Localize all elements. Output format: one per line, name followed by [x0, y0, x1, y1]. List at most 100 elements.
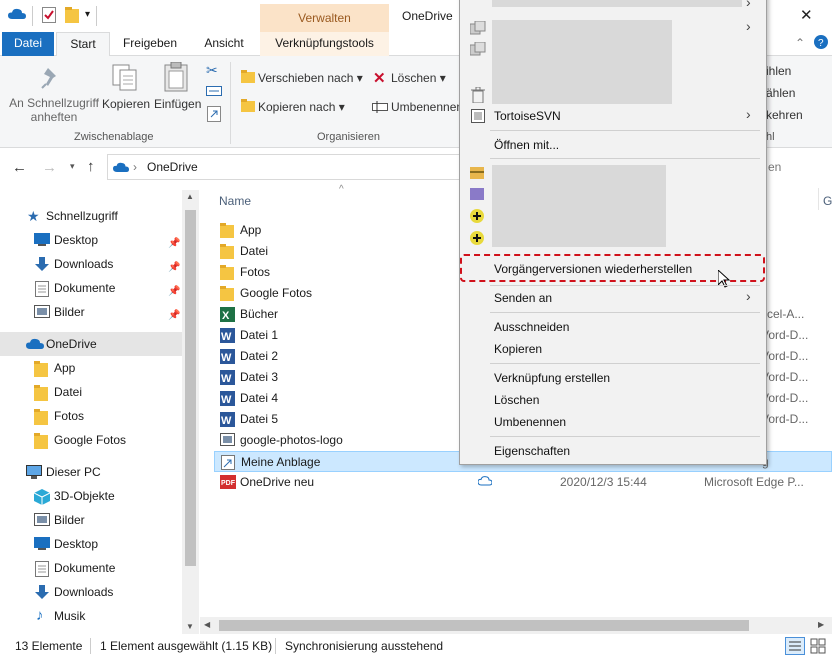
large-icons-view-icon[interactable] — [810, 638, 826, 654]
folder-icon — [220, 265, 235, 280]
select-all-partial[interactable]: ihlen — [766, 64, 791, 78]
details-view-icon[interactable] — [785, 637, 805, 655]
nav-onedrive[interactable]: OneDrive — [0, 332, 182, 356]
nav-this-pc[interactable]: Dieser PC — [0, 460, 182, 484]
back-arrow-icon[interactable]: ← — [12, 159, 27, 176]
archive-purple-icon — [470, 188, 484, 200]
svg-text:W: W — [221, 394, 232, 406]
folder-icon — [220, 286, 235, 301]
menu-item-delete[interactable]: Löschen — [494, 393, 539, 407]
pin-quick-access-button[interactable]: An Schnellzugriff anheften — [8, 96, 100, 124]
menu-item-cut[interactable]: Ausschneiden — [494, 320, 569, 334]
scroll-up-icon[interactable]: ▲ — [186, 192, 194, 201]
menu-item-send-to[interactable]: Senden an — [494, 291, 552, 305]
word-icon: W — [220, 349, 235, 364]
search-field-partial[interactable]: en — [768, 160, 781, 174]
nav-pc-music[interactable]: ♪ Musik — [0, 604, 182, 628]
paste-button[interactable]: Einfügen — [154, 97, 201, 111]
select-none-partial[interactable]: ählen — [766, 86, 795, 100]
chevron-up-icon[interactable]: ⌃ — [795, 36, 805, 50]
tab-share[interactable]: Freigeben — [116, 32, 184, 56]
nav-pc-3d-objects[interactable]: 3D-Objekte — [0, 484, 182, 508]
breadcrumb-onedrive[interactable]: OneDrive — [147, 160, 198, 174]
nav-quick-pictures[interactable]: Bilder 📌 — [0, 300, 182, 324]
file-name: Datei — [240, 244, 269, 258]
column-header-partial[interactable]: G — [823, 194, 832, 208]
help-icon[interactable]: ? — [814, 35, 828, 49]
delete-button[interactable]: Löschen ▾ — [391, 71, 446, 85]
scroll-left-icon[interactable]: ◀ — [204, 620, 210, 629]
nav-onedrive-google-fotos[interactable]: Google Fotos — [0, 428, 182, 452]
shortcut-file-icon — [221, 455, 236, 470]
svg-text:X: X — [222, 310, 230, 322]
word-icon: W — [220, 391, 235, 406]
paste-shortcut-icon[interactable] — [207, 106, 221, 122]
copy-button[interactable]: Kopieren — [102, 97, 150, 111]
new-folder-icon[interactable] — [65, 7, 79, 23]
nav-quick-access[interactable]: ★ Schnellzugriff — [0, 204, 182, 228]
nav-quick-desktop[interactable]: Desktop 📌 — [0, 228, 182, 252]
nav-label: Musik — [54, 609, 86, 623]
add-green-icon — [470, 231, 484, 245]
nav-pc-documents[interactable]: Dokumente — [0, 556, 182, 580]
file-name: Google Fotos — [240, 286, 313, 300]
copy-to-button[interactable]: Kopieren nach ▾ — [258, 100, 345, 114]
forward-arrow-icon[interactable]: → — [42, 159, 57, 176]
file-type: Vord-D... — [761, 370, 809, 384]
tab-start[interactable]: Start — [56, 32, 110, 57]
nav-onedrive-datei[interactable]: Datei — [0, 380, 182, 404]
customize-toolbar-icon[interactable]: ▾ — [85, 9, 90, 20]
tab-file[interactable]: Datei — [2, 32, 54, 56]
pictures-icon — [34, 513, 50, 527]
word-icon: W — [220, 328, 235, 343]
invert-selection-partial[interactable]: kehren — [766, 108, 803, 122]
tab-view[interactable]: Ansicht — [194, 32, 254, 56]
sort-ascending-icon: ^ — [339, 184, 344, 195]
address-field[interactable]: › › OneDrive — [107, 154, 467, 180]
menu-item-create-shortcut[interactable]: Verknüpfung erstellen — [494, 371, 610, 385]
nav-quick-downloads[interactable]: Downloads 📌 — [0, 252, 182, 276]
menu-item-rename[interactable]: Umbenennen — [494, 415, 566, 429]
tab-shortcut-tools[interactable]: Verknüpfungstools — [260, 32, 389, 56]
submenu-chevron-icon: › — [746, 106, 751, 122]
copy-path-icon[interactable] — [206, 86, 222, 96]
pictures-icon — [34, 305, 50, 319]
cut-icon[interactable]: ✂ — [206, 62, 218, 79]
nav-onedrive-app[interactable]: App — [0, 356, 182, 380]
recent-locations-icon[interactable]: ▾ — [70, 161, 75, 172]
onedrive-cloud-path-icon — [113, 162, 129, 173]
scroll-down-icon[interactable]: ▼ — [186, 622, 194, 631]
menu-item-copy[interactable]: Kopieren — [494, 342, 542, 356]
scroll-right-icon[interactable]: ▶ — [818, 620, 824, 629]
folder-icon — [34, 361, 50, 377]
redacted-menu-item — [492, 0, 742, 7]
manage-context-tab: Verwalten — [260, 4, 389, 32]
nav-pc-desktop[interactable]: Desktop — [0, 532, 182, 556]
nav-label: Google Fotos — [54, 433, 127, 447]
copy-to-icon — [241, 99, 255, 112]
rename-button[interactable]: Umbenennen — [391, 100, 463, 114]
menu-item-properties[interactable]: Eigenschaften — [494, 444, 570, 458]
delete-x-icon: ✕ — [373, 70, 386, 87]
nav-scrollbar-thumb[interactable] — [185, 210, 196, 566]
close-icon[interactable]: ✕ — [800, 6, 813, 24]
file-row-onedrive-neu[interactable]: PDF OneDrive neu 2020/12/3 15:44 Microso… — [214, 472, 832, 493]
menu-item-restore-previous-versions[interactable]: Vorgängerversionen wiederherstellen — [494, 262, 692, 276]
nav-pc-pictures[interactable]: Bilder — [0, 508, 182, 532]
menu-item-open-with[interactable]: Öffnen mit... — [494, 138, 559, 152]
properties-check-icon[interactable] — [42, 7, 56, 23]
menu-item-tortoisesvn[interactable]: TortoiseSVN — [494, 109, 561, 123]
file-type: Vord-D... — [761, 412, 809, 426]
move-to-button[interactable]: Verschieben nach ▾ — [258, 71, 363, 85]
nav-quick-documents[interactable]: Dokumente 📌 — [0, 276, 182, 300]
nav-label: Fotos — [54, 409, 85, 423]
horizontal-scrollbar-thumb[interactable] — [219, 620, 749, 631]
divider — [96, 6, 97, 26]
column-header-name[interactable]: Name — [219, 194, 251, 208]
up-arrow-icon[interactable]: ↑ — [87, 158, 95, 175]
nav-onedrive-fotos[interactable]: Fotos — [0, 404, 182, 428]
nav-pc-downloads[interactable]: Downloads — [0, 580, 182, 604]
file-type: Vord-D... — [761, 391, 809, 405]
copy-icon — [112, 64, 138, 92]
select-group-partial: hl — [766, 131, 775, 143]
